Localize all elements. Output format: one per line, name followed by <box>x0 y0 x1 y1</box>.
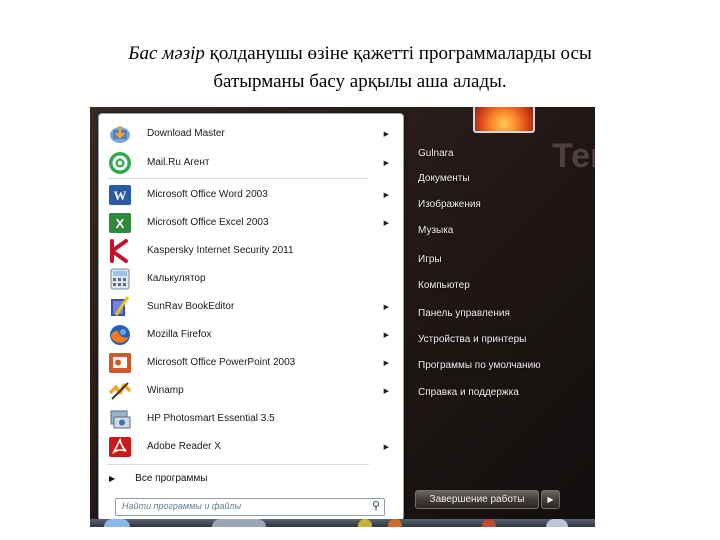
taskbar-app-icon[interactable] <box>388 519 402 527</box>
submenu-arrow-icon[interactable]: ▶ <box>384 191 389 199</box>
taskbar-app-icon[interactable] <box>482 519 496 527</box>
hp-photosmart-icon <box>105 406 135 432</box>
program-label: Winamp <box>147 385 184 396</box>
word-icon: W <box>105 182 135 208</box>
all-programs-separator <box>107 464 369 465</box>
program-item-firefox[interactable]: Mozilla Firefox ▶ <box>103 321 399 348</box>
program-item-hp-photosmart[interactable]: HP Photosmart Essential 3.5 <box>103 405 399 432</box>
shutdown-button[interactable]: Завершение работы <box>415 490 539 509</box>
desktop-background-text: Текст сл <box>552 137 595 175</box>
winamp-icon <box>105 378 135 404</box>
program-label: SunRav BookEditor <box>147 301 235 312</box>
program-label: Microsoft Office Word 2003 <box>147 189 268 200</box>
firefox-icon <box>105 322 135 348</box>
search-placeholder: Найти программы и файлы <box>122 501 242 511</box>
adobe-reader-icon <box>105 434 135 460</box>
taskbar-app-icon[interactable] <box>546 519 568 527</box>
search-input[interactable]: Найти программы и файлы ⚲ <box>115 498 385 516</box>
svg-text:W: W <box>114 188 127 203</box>
program-item-sunrav[interactable]: SunRav BookEditor ▶ <box>103 293 399 320</box>
program-label: HP Photosmart Essential 3.5 <box>147 413 275 424</box>
program-item-mail-ru-agent[interactable]: Mail.Ru Агент ▶ <box>103 149 399 176</box>
all-programs-label: Все программы <box>135 472 208 484</box>
taskbar <box>90 519 595 527</box>
svg-text:X: X <box>116 216 125 231</box>
download-master-icon <box>105 121 135 147</box>
program-item-excel[interactable]: X Microsoft Office Excel 2003 ▶ <box>103 209 399 236</box>
taskbar-app-icon[interactable] <box>358 519 372 527</box>
program-label: Microsoft Office Excel 2003 <box>147 217 269 228</box>
start-menu-programs-pane: Download Master ▶ Mail.Ru Агент ▶ W Micr… <box>98 113 404 521</box>
submenu-arrow-icon[interactable]: ▶ <box>384 130 389 138</box>
right-item-computer[interactable]: Компьютер <box>418 280 470 291</box>
program-label: Adobe Reader X <box>147 441 221 452</box>
calculator-icon <box>105 266 135 292</box>
caption-line-1: Бас мәзір қолданушы өзіне қажетті програ… <box>40 40 680 68</box>
program-label: Microsoft Office PowerPoint 2003 <box>147 357 296 368</box>
all-programs-button[interactable]: ▶ Все программы <box>109 469 207 487</box>
submenu-arrow-icon[interactable]: ▶ <box>384 443 389 451</box>
right-item-games[interactable]: Игры <box>418 254 442 265</box>
triangle-right-icon: ▶ <box>109 473 116 483</box>
shutdown-options-arrow-icon[interactable]: ▶ <box>541 490 560 509</box>
taskbar-app-button[interactable] <box>212 519 266 527</box>
program-item-kaspersky[interactable]: Kaspersky Internet Security 2011 <box>103 237 399 264</box>
right-item-pictures[interactable]: Изображения <box>418 199 481 210</box>
caption-emphasis: Бас мәзір <box>128 43 205 64</box>
submenu-arrow-icon[interactable]: ▶ <box>384 359 389 367</box>
powerpoint-icon <box>105 350 135 376</box>
excel-icon: X <box>105 210 135 236</box>
submenu-arrow-icon[interactable]: ▶ <box>384 387 389 395</box>
program-item-powerpoint[interactable]: Microsoft Office PowerPoint 2003 ▶ <box>103 349 399 376</box>
right-item-control-panel[interactable]: Панель управления <box>418 308 510 319</box>
sunrav-icon <box>105 294 135 320</box>
right-item-help-support[interactable]: Справка и поддержка <box>418 387 519 398</box>
submenu-arrow-icon[interactable]: ▶ <box>384 219 389 227</box>
program-item-download-master[interactable]: Download Master ▶ <box>103 120 399 147</box>
program-item-winamp[interactable]: Winamp ▶ <box>103 377 399 404</box>
program-item-adobe-reader[interactable]: Adobe Reader X ▶ <box>103 433 399 460</box>
slide-caption: Бас мәзір қолданушы өзіне қажетті програ… <box>40 40 680 96</box>
right-item-user[interactable]: Gulnara <box>418 148 454 159</box>
submenu-arrow-icon[interactable]: ▶ <box>384 331 389 339</box>
search-icon[interactable]: ⚲ <box>372 499 380 512</box>
right-item-music[interactable]: Музыка <box>418 225 453 236</box>
start-orb-icon[interactable] <box>104 519 130 527</box>
start-menu-screenshot: Текст сл Download Master ▶ Mail.Ru Агент… <box>90 107 595 527</box>
program-label: Калькулятор <box>147 273 206 284</box>
right-item-devices-printers[interactable]: Устройства и принтеры <box>418 334 526 345</box>
program-item-calculator[interactable]: Калькулятор <box>103 265 399 292</box>
submenu-arrow-icon[interactable]: ▶ <box>384 159 389 167</box>
caption-line-1-text: қолданушы өзіне қажетті программаларды о… <box>204 43 592 64</box>
kaspersky-icon <box>105 238 135 264</box>
pinned-separator <box>107 178 369 179</box>
program-label: Mail.Ru Агент <box>147 157 210 168</box>
program-label: Mozilla Firefox <box>147 329 212 340</box>
program-label: Download Master <box>147 128 225 139</box>
right-item-default-programs[interactable]: Программы по умолчанию <box>418 360 541 371</box>
caption-line-2: батырманы басу арқылы аша алады. <box>213 71 507 92</box>
program-label: Kaspersky Internet Security 2011 <box>147 245 294 256</box>
right-item-documents[interactable]: Документы <box>418 173 470 184</box>
user-picture[interactable] <box>473 107 535 133</box>
submenu-arrow-icon[interactable]: ▶ <box>384 303 389 311</box>
mail-ru-agent-icon <box>105 150 135 176</box>
program-item-word[interactable]: W Microsoft Office Word 2003 ▶ <box>103 181 399 208</box>
